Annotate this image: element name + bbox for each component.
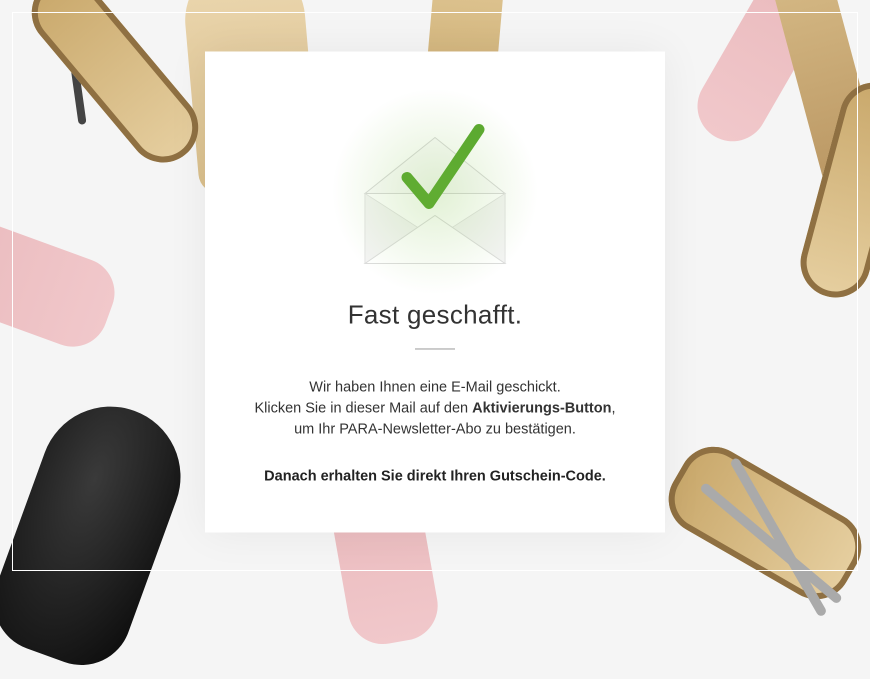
round-brush-image xyxy=(656,434,870,612)
modal-body-text: Wir haben Ihnen eine E-Mail geschickt. K… xyxy=(245,377,625,440)
title-divider xyxy=(415,348,455,349)
envelope-checkmark-icon xyxy=(351,111,519,271)
black-hairdryer-image xyxy=(0,387,200,679)
coupon-line: Danach erhalten Sie direkt Ihren Gutsche… xyxy=(245,468,625,484)
activation-button-label: Aktivierungs-Button xyxy=(472,400,611,416)
pink-roller-image xyxy=(0,204,124,357)
confirmation-modal: Fast geschafft. Wir haben Ihnen eine E-M… xyxy=(205,51,665,532)
body-line-3: um Ihr PARA-Newsletter-Abo zu bestätigen… xyxy=(245,419,625,440)
body-line-2: Klicken Sie in dieser Mail auf den Aktiv… xyxy=(245,398,625,419)
modal-title: Fast geschafft. xyxy=(245,299,625,330)
round-brush-image xyxy=(17,0,212,177)
body-line-1: Wir haben Ihnen eine E-Mail geschickt. xyxy=(245,377,625,398)
